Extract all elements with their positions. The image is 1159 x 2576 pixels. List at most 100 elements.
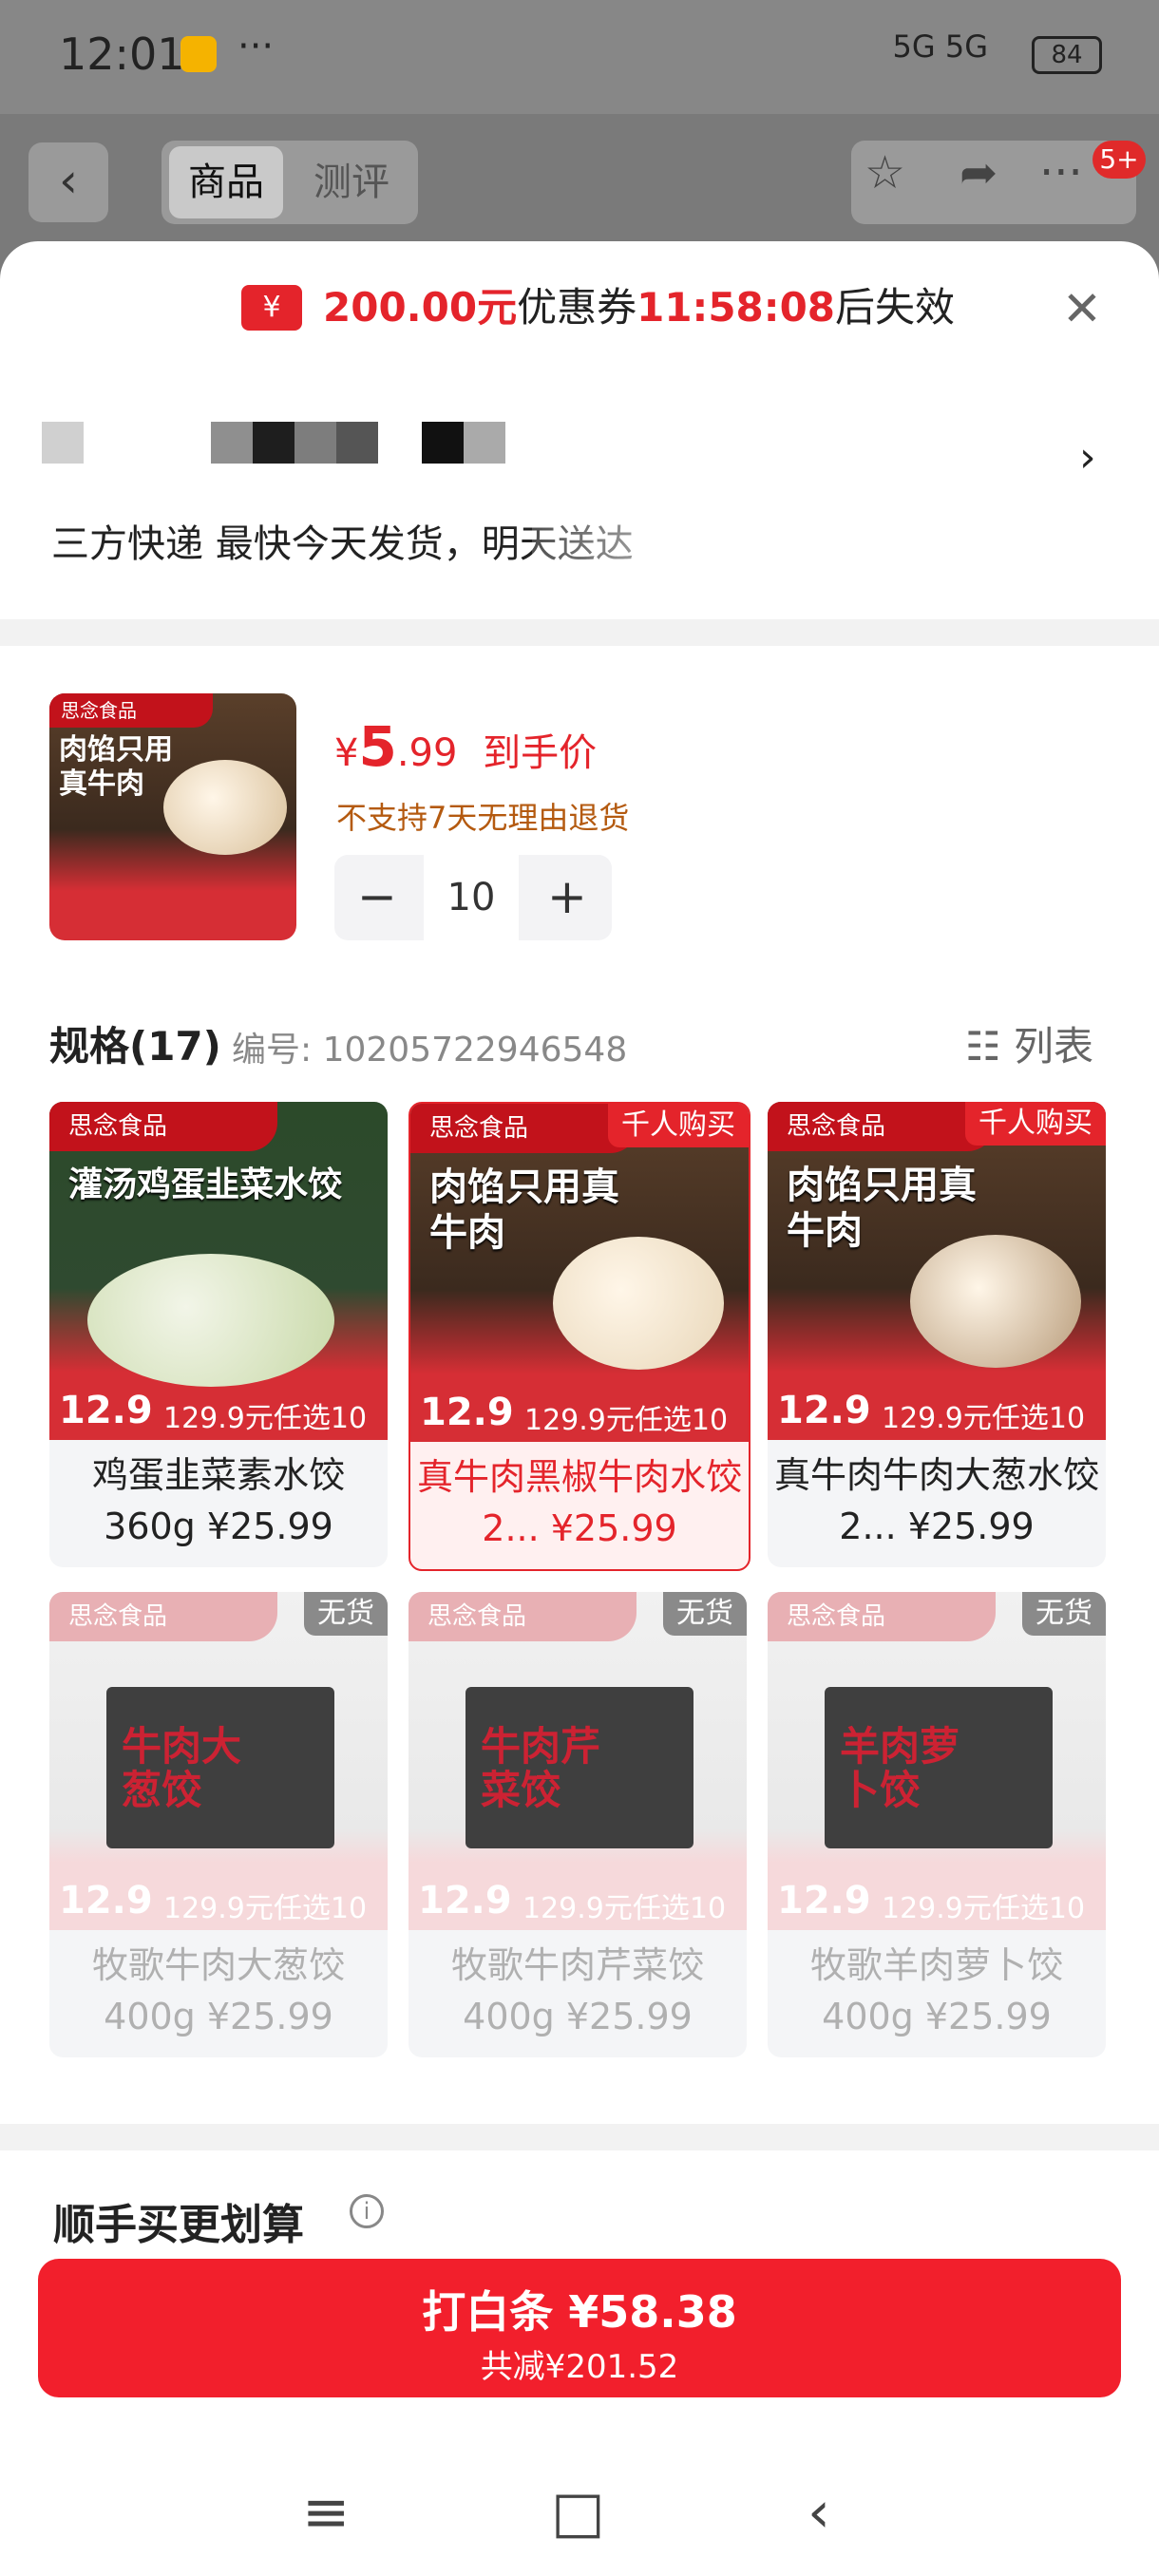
- variant-headline: 肉馅只用真牛肉: [787, 1164, 977, 1253]
- battery-indicator: 84: [1032, 36, 1102, 74]
- masked-address: [336, 422, 378, 464]
- back-button[interactable]: ‹: [28, 142, 108, 222]
- signal-indicator: 5G 5G: [892, 28, 988, 65]
- promo-text: 129.9元任选10件: [522, 1892, 727, 1925]
- variant-image: 思念食品 肉馅只用真牛肉 千人购买 12.9 129.9元任选10件: [768, 1102, 1106, 1440]
- brand-label: 思念食品: [49, 693, 213, 728]
- return-policy: 不支持7天无理由退货: [336, 800, 630, 836]
- price-symbol: ¥: [334, 731, 359, 775]
- variant-card-disabled[interactable]: 思念食品 牛肉大葱饺 无货 12.9 129.9元任选10件 牧歌牛肉大葱饺40…: [49, 1592, 388, 2057]
- promo-price: 12.9: [59, 1879, 153, 1923]
- variant-image: 思念食品 牛肉芹菜饺 无货 12.9 129.9元任选10件: [408, 1592, 747, 1930]
- masked-address: [253, 422, 294, 464]
- buy-button-label: 打白条 ¥58.38: [422, 2286, 737, 2338]
- coupon-countdown: 11:58:08: [636, 284, 836, 331]
- variant-image: 思念食品 灌汤鸡蛋韭菜水饺 12.9 129.9元任选10件: [49, 1102, 388, 1440]
- promo-text: 129.9元任选10件: [882, 1402, 1086, 1435]
- status-time: 12:01: [59, 28, 185, 80]
- coupon-suffix: 后失效: [835, 284, 956, 331]
- product-image: 思念食品 肉馅只用真牛肉: [49, 693, 296, 940]
- variant-image: 思念食品 羊肉萝卜饺 无货 12.9 129.9元任选10件: [768, 1592, 1106, 1930]
- variant-headline: 肉馅只用真牛肉: [429, 1165, 619, 1255]
- divider: [0, 619, 1159, 646]
- promo-text: 129.9元任选10件: [524, 1404, 729, 1437]
- thumb-title: 肉馅只用真牛肉: [59, 733, 173, 801]
- promo-strip: 12.9 129.9元任选10件: [768, 1372, 1106, 1440]
- dumpling-image: [553, 1237, 724, 1370]
- decrease-button[interactable]: −: [334, 855, 420, 940]
- coupon-amount: 200.00元: [323, 284, 518, 331]
- variant-name: 牧歌羊肉萝卜饺400g ¥25.99: [809, 1944, 1063, 2037]
- variant-name: 牧歌牛肉芹菜饺400g ¥25.99: [450, 1944, 704, 2037]
- price-label: 到手价: [483, 731, 598, 775]
- masked-address: [211, 422, 253, 464]
- out-of-stock-badge: 无货: [1022, 1592, 1106, 1636]
- divider: [0, 2124, 1159, 2150]
- promo-strip: 12.9 129.9元任选10件: [49, 1862, 388, 1930]
- variant-card-disabled[interactable]: 思念食品 羊肉萝卜饺 无货 12.9 129.9元任选10件 牧歌羊肉萝卜饺40…: [768, 1592, 1106, 2057]
- brand-label: 思念食品: [49, 1102, 277, 1151]
- promo-price: 12.9: [418, 1879, 512, 1923]
- price-integer: 5: [358, 714, 397, 779]
- app-notification-icon: [180, 36, 217, 72]
- variant-name: 真牛肉牛肉大葱水饺2... ¥25.99: [773, 1454, 1099, 1547]
- coupon-icon: ¥: [241, 285, 302, 331]
- quantity-value[interactable]: 10: [424, 855, 519, 940]
- variant-card-selected[interactable]: 思念食品 肉馅只用真牛肉 千人购买 12.9 129.9元任选10件 真牛肉黑椒…: [408, 1102, 750, 1571]
- price-decimal: .99: [396, 731, 458, 775]
- chevron-right-icon[interactable]: ›: [1079, 433, 1096, 482]
- buy-button-discount: 共减¥201.52: [480, 2348, 679, 2386]
- share-icon[interactable]: ➦: [960, 146, 998, 199]
- variant-headline: 灌汤鸡蛋韭菜水饺: [68, 1165, 343, 1204]
- home-icon[interactable]: □: [551, 2479, 605, 2546]
- dumpling-image: [910, 1235, 1081, 1368]
- out-of-stock-badge: 无货: [663, 1592, 747, 1636]
- coupon-label: 优惠券: [517, 284, 637, 331]
- promo-price: 12.9: [420, 1391, 514, 1434]
- list-view-toggle[interactable]: ☷ 列表: [965, 1014, 1093, 1072]
- shipping-fade: [532, 503, 779, 560]
- list-icon: ☷: [965, 1023, 1001, 1070]
- tab-review[interactable]: 测评: [294, 146, 408, 218]
- brand-label: 思念食品: [768, 1102, 996, 1151]
- back-icon[interactable]: ‹: [808, 2479, 830, 2546]
- variant-card[interactable]: 思念食品 肉馅只用真牛肉 千人购买 12.9 129.9元任选10件 真牛肉牛肉…: [768, 1102, 1106, 1567]
- buy-button[interactable]: 打白条 ¥58.38 共减¥201.52: [38, 2259, 1121, 2397]
- menu-icon[interactable]: ≡: [302, 2479, 350, 2546]
- promo-strip: 12.9 129.9元任选10件: [410, 1373, 749, 1442]
- promo-price: 12.9: [777, 1389, 871, 1432]
- promo-price: 12.9: [59, 1389, 153, 1432]
- variant-name: 牧歌牛肉大葱饺400g ¥25.99: [91, 1944, 345, 2037]
- variant-headline: 牛肉芹菜饺: [481, 1723, 601, 1813]
- variant-headline: 羊肉萝卜饺: [840, 1723, 960, 1813]
- close-icon[interactable]: ✕: [1062, 281, 1102, 336]
- variant-card-disabled[interactable]: 思念食品 牛肉芹菜饺 无货 12.9 129.9元任选10件 牧歌牛肉芹菜饺40…: [408, 1592, 747, 2057]
- increase-button[interactable]: +: [524, 855, 610, 940]
- variant-card[interactable]: 思念食品 灌汤鸡蛋韭菜水饺 12.9 129.9元任选10件 鸡蛋韭菜素水饺36…: [49, 1102, 388, 1567]
- info-icon[interactable]: i: [350, 2194, 384, 2228]
- masked-address: [42, 422, 84, 464]
- promo-strip: 12.9 129.9元任选10件: [768, 1862, 1106, 1930]
- status-more: ···: [238, 25, 275, 68]
- promo-text: 129.9元任选10件: [882, 1892, 1086, 1925]
- dumpling-image: [87, 1254, 334, 1387]
- product-thumbnail[interactable]: 思念食品 肉馅只用真牛肉: [49, 693, 296, 940]
- spec-title: 规格(17): [49, 1023, 221, 1070]
- cart-badge: 5+: [1092, 141, 1146, 179]
- more-icon[interactable]: ···: [1039, 146, 1083, 199]
- popular-badge: 千人购买: [608, 1104, 749, 1147]
- brand-label: 思念食品: [768, 1592, 996, 1641]
- variant-image: 思念食品 肉馅只用真牛肉 千人购买 12.9 129.9元任选10件: [410, 1104, 749, 1442]
- list-view-label: 列表: [1014, 1023, 1094, 1070]
- promo-text: 129.9元任选10件: [163, 1402, 368, 1435]
- out-of-stock-badge: 无货: [304, 1592, 388, 1636]
- promo-strip: 12.9 129.9元任选10件: [408, 1862, 747, 1930]
- variant-image: 思念食品 牛肉大葱饺 无货 12.9 129.9元任选10件: [49, 1592, 388, 1930]
- tab-product[interactable]: 商品: [169, 146, 283, 218]
- masked-address: [294, 422, 336, 464]
- variant-name: 鸡蛋韭菜素水饺360g ¥25.99: [91, 1454, 345, 1547]
- masked-address: [422, 422, 464, 464]
- spec-code: 编号: 10205722946548: [232, 1031, 628, 1070]
- brand-label: 思念食品: [408, 1592, 636, 1641]
- star-icon[interactable]: ☆: [864, 146, 905, 199]
